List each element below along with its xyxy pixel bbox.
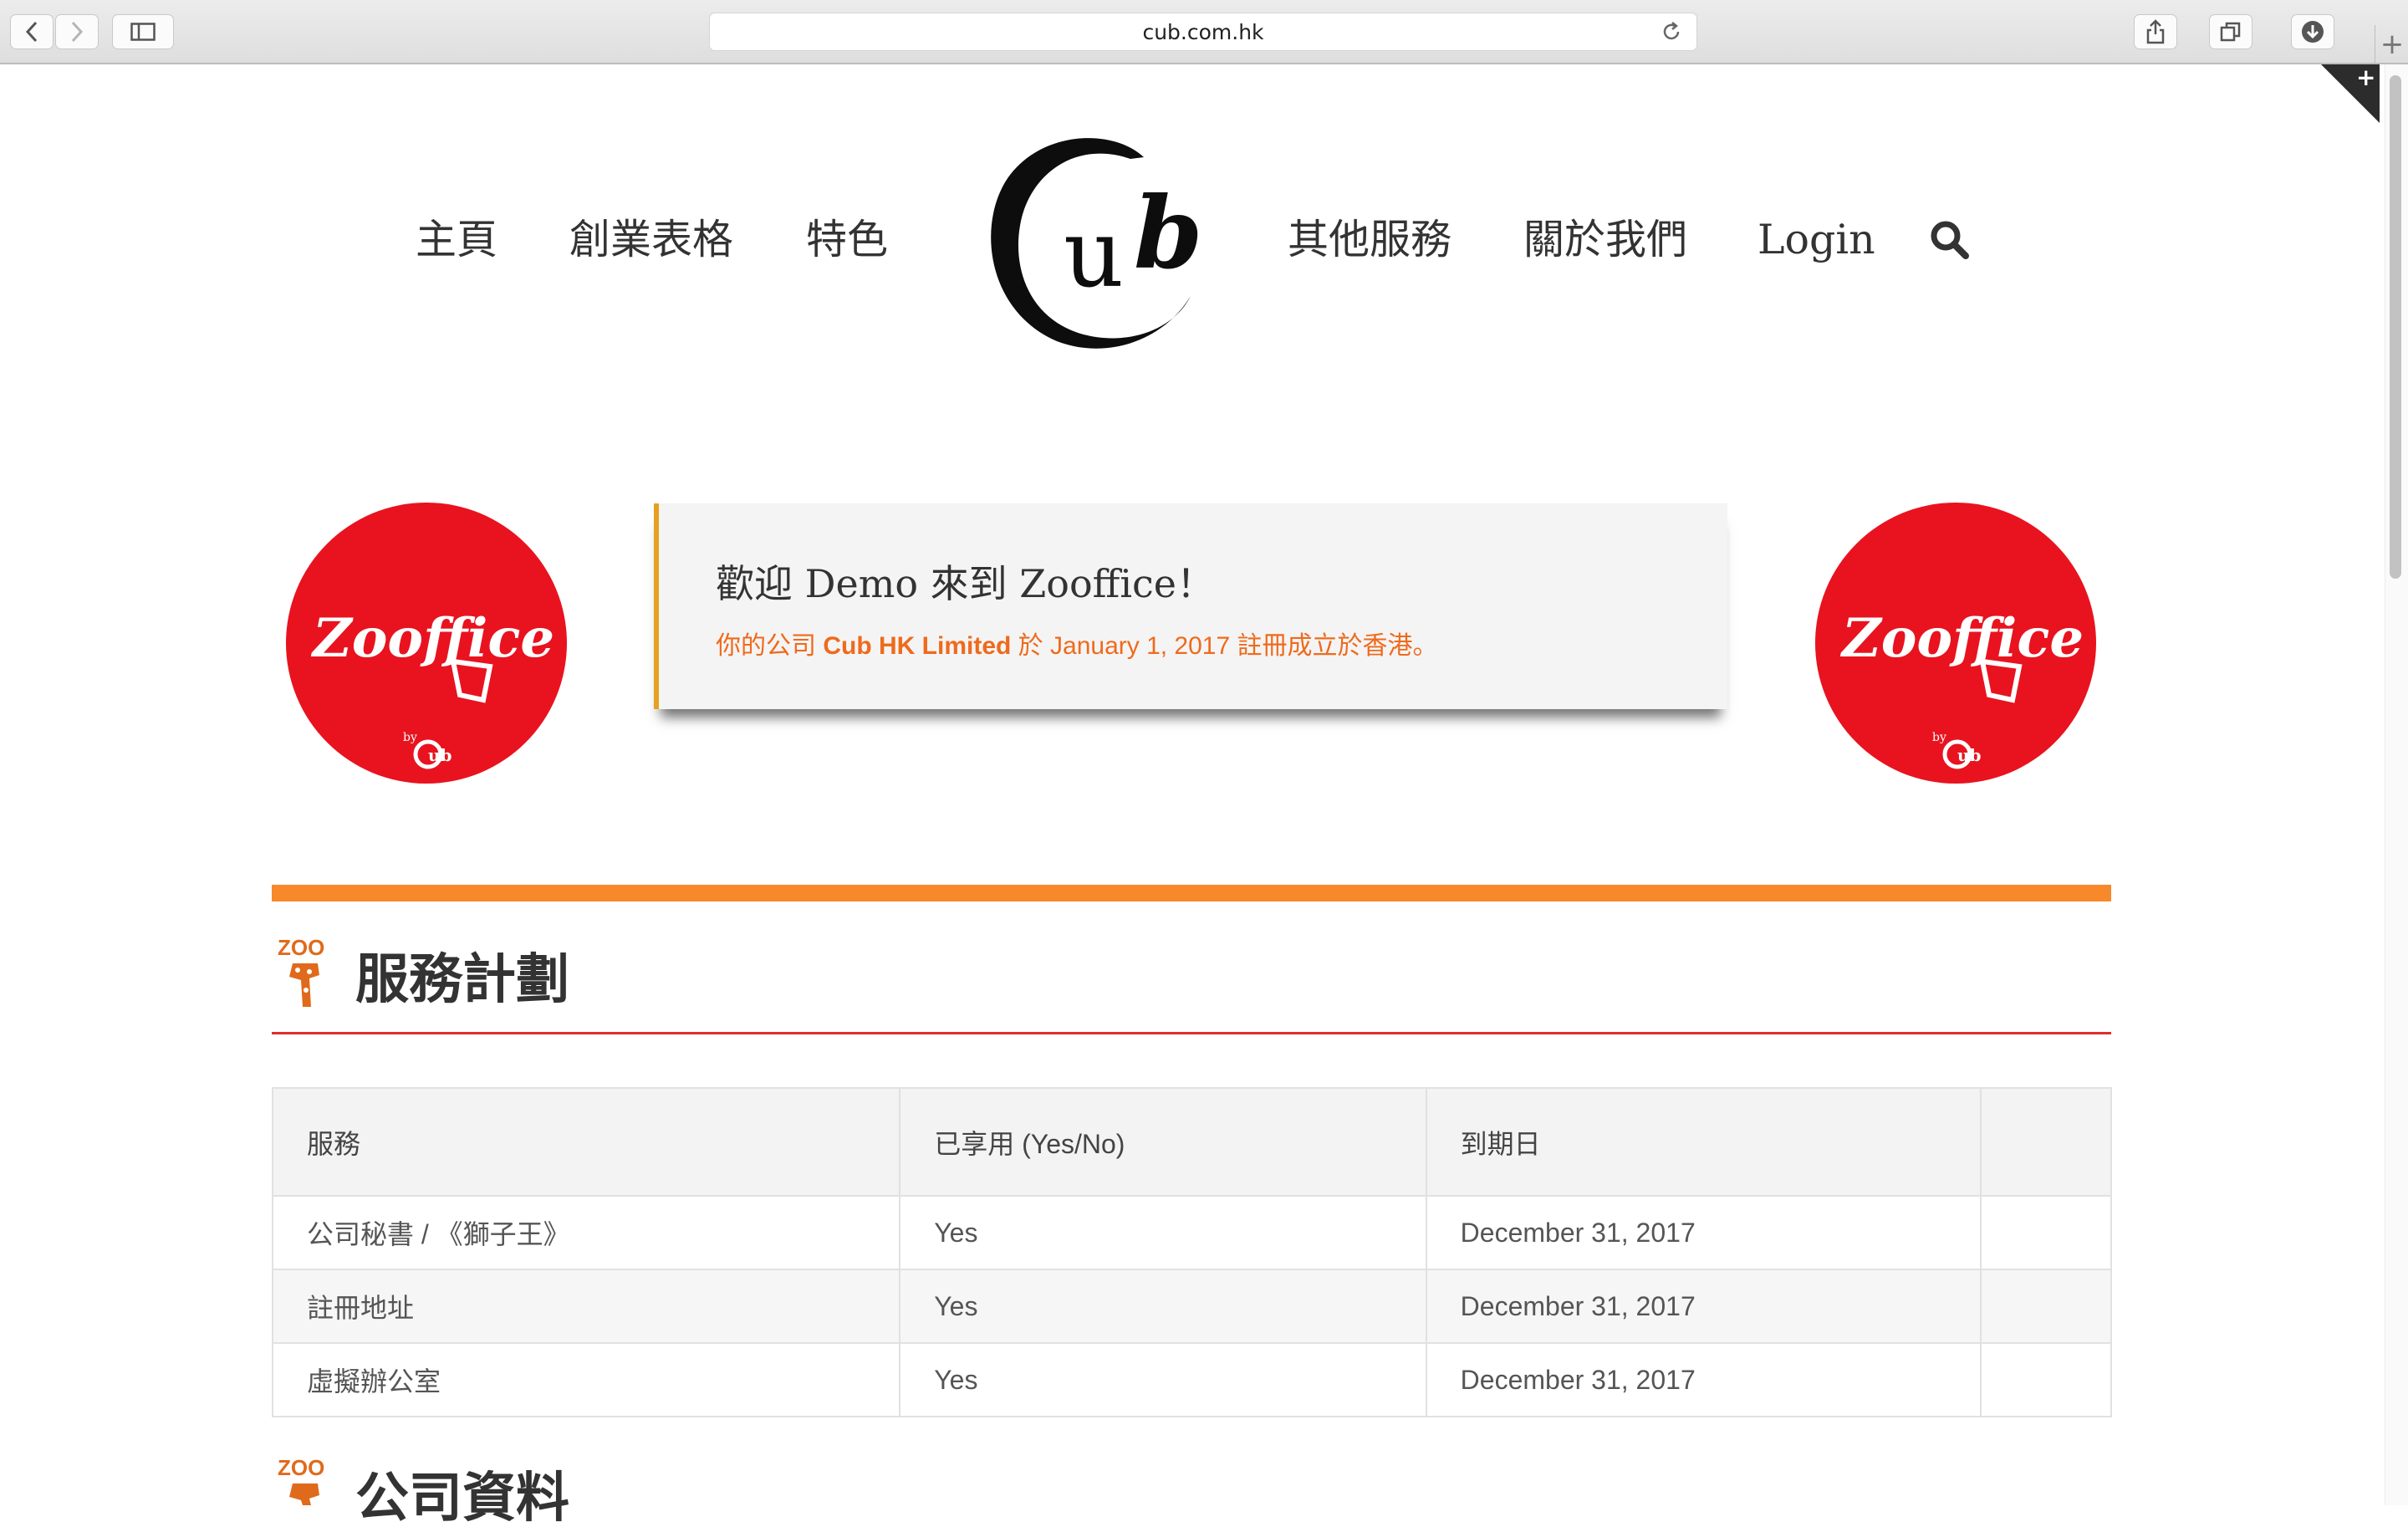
plus-icon[interactable]: + <box>2356 64 2375 91</box>
column-header: 服務 <box>271 1087 901 1197</box>
company-name: Cub HK Limited <box>823 632 1012 660</box>
forward-icon <box>71 21 84 43</box>
service-name: 註冊地址 <box>271 1269 901 1344</box>
giraffe-icon: ZOO <box>278 935 324 1007</box>
welcome-sub-suffix: 於 January 1, 2017 註冊成立於香港。 <box>1011 632 1438 660</box>
services-table: 服務 已享用 (Yes/No) 到期日 公司秘書 / 《獅子王》 Yes Dec… <box>271 1087 2112 1417</box>
cub-logo[interactable]: u b <box>970 124 1204 358</box>
column-header: 已享用 (Yes/No) <box>899 1087 1427 1197</box>
zooffice-badge-left: Zooffice by ub <box>286 503 567 784</box>
scrollbar-thumb[interactable] <box>2390 75 2401 579</box>
section-divider <box>272 885 2111 901</box>
service-extra <box>1980 1195 2112 1270</box>
nav-features[interactable]: 特色 <box>806 211 888 269</box>
service-used: Yes <box>899 1269 1427 1344</box>
svg-text:ub: ub <box>1957 745 1982 765</box>
browser-toolbar: cub.com.hk + <box>0 0 2408 64</box>
svg-text:b: b <box>1134 175 1203 291</box>
welcome-subtitle: 你的公司 Cub HK Limited 於 January 1, 2017 註冊… <box>716 625 1438 661</box>
service-expiry: December 31, 2017 <box>1425 1342 1982 1417</box>
service-expiry: December 31, 2017 <box>1425 1269 1982 1344</box>
table-row: 註冊地址 Yes December 31, 2017 <box>271 1269 2112 1344</box>
service-used: Yes <box>899 1342 1427 1417</box>
zooffice-badge-right: Zooffice by ub <box>1815 503 2096 784</box>
back-icon <box>25 21 38 43</box>
service-extra <box>1980 1269 2112 1344</box>
giraffe-icon: ZOO <box>278 1455 324 1505</box>
svg-text:Zooffice: Zooffice <box>1839 607 2084 670</box>
forward-button[interactable] <box>55 14 99 49</box>
section-title-company: 公司資料 <box>355 1468 569 1528</box>
service-expiry: December 31, 2017 <box>1425 1195 1982 1270</box>
nav-home[interactable]: 主頁 <box>416 211 497 269</box>
reload-icon[interactable] <box>1660 20 1683 43</box>
share-icon <box>2146 19 2165 44</box>
downloads-icon <box>2302 21 2324 43</box>
address-bar[interactable]: cub.com.hk <box>709 13 1697 51</box>
welcome-panel: 歡迎 Demo 來到 Zooffice！ 你的公司 Cub HK Limited… <box>654 503 1727 709</box>
nav-startup-forms[interactable]: 創業表格 <box>569 211 733 269</box>
back-button[interactable] <box>10 14 54 49</box>
service-extra <box>1980 1342 2112 1417</box>
service-name: 虛擬辦公室 <box>271 1342 901 1417</box>
zooffice-logo: Zooffice by ub <box>1839 607 2084 769</box>
share-button[interactable] <box>2134 14 2177 49</box>
svg-text:ZOO: ZOO <box>278 1455 324 1480</box>
svg-text:ZOO: ZOO <box>278 935 324 960</box>
svg-text:Zooffice: Zooffice <box>310 607 554 670</box>
service-used: Yes <box>899 1195 1427 1270</box>
downloads-button[interactable] <box>2291 14 2334 49</box>
new-tab-icon[interactable]: + <box>2375 25 2408 64</box>
service-name: 公司秘書 / 《獅子王》 <box>271 1195 901 1270</box>
nav-other-services[interactable]: 其他服務 <box>1288 211 1451 269</box>
svg-text:by: by <box>403 731 417 744</box>
welcome-sub-prefix: 你的公司 <box>716 632 824 660</box>
column-header: 到期日 <box>1425 1087 1982 1197</box>
table-row: 虛擬辦公室 Yes December 31, 2017 <box>271 1342 2112 1417</box>
url-text: cub.com.hk <box>1142 19 1264 44</box>
table-row: 公司秘書 / 《獅子王》 Yes December 31, 2017 <box>271 1195 2112 1270</box>
svg-text:by: by <box>1932 731 1946 744</box>
search-icon[interactable] <box>1930 220 1970 260</box>
sidebar-button[interactable] <box>112 14 174 49</box>
nav-login[interactable]: Login <box>1758 211 1875 269</box>
column-header <box>1980 1087 2112 1197</box>
welcome-title: 歡迎 Demo 來到 Zooffice！ <box>716 561 1216 606</box>
sidebar-icon <box>130 23 156 41</box>
section-rule <box>272 1032 2111 1034</box>
nav-about-us[interactable]: 關於我們 <box>1523 211 1687 269</box>
svg-text:ub: ub <box>428 745 452 765</box>
tabs-icon <box>2220 22 2241 42</box>
section-title-services: 服務計劃 <box>355 949 569 1009</box>
tabs-button[interactable] <box>2209 14 2252 49</box>
zooffice-logo: Zooffice by ub <box>310 607 554 769</box>
table-header-row: 服務 已享用 (Yes/No) 到期日 <box>271 1087 2112 1197</box>
svg-text:u: u <box>1064 200 1124 309</box>
